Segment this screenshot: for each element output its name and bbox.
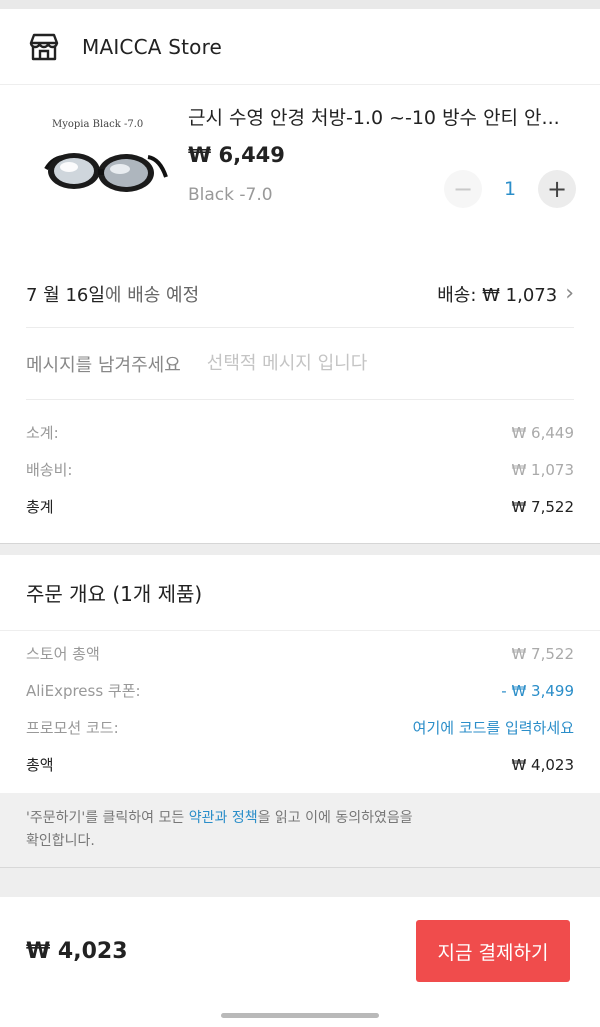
shipping-fee-label: 배송: ₩ 1,073 bbox=[437, 284, 558, 306]
terms-suffix: 을 읽고 이에 동의하였음을 bbox=[257, 810, 413, 826]
terms-notice: '주문하기'를 클릭하여 모든 약관과 정책을 읽고 이에 동의하였음을 확인합… bbox=[0, 793, 600, 867]
store-summary: 소계: ₩ 6,449 배송비: ₩ 1,073 총계 ₩ 7,522 bbox=[0, 400, 600, 543]
promo-code-link[interactable]: 여기에 코드를 입력하세요 bbox=[413, 717, 574, 738]
terms-prefix: '주문하기'를 클릭하여 모든 bbox=[26, 810, 189, 826]
promo-code-line[interactable]: 프로모션 코드: 여기에 코드를 입력하세요 bbox=[26, 709, 574, 746]
subtotal-line: 소계: ₩ 6,449 bbox=[26, 414, 574, 451]
product-title[interactable]: 근시 수영 안경 처방-1.0 ~-10 방수 안티 안... bbox=[188, 103, 578, 130]
terms-link[interactable]: 약관과 정책 bbox=[189, 810, 258, 826]
delivery-suffix: 에 배송 예정 bbox=[104, 284, 200, 306]
home-indicator[interactable] bbox=[221, 1013, 379, 1018]
section-gap bbox=[0, 867, 600, 889]
increase-quantity-button[interactable]: + bbox=[538, 170, 576, 208]
delivery-date: 7 월 16일 bbox=[26, 284, 105, 306]
checkout-total: ₩ 4,023 bbox=[26, 938, 128, 964]
coupon-label: AliExpress 쿠폰: bbox=[26, 682, 141, 700]
quantity-value: 1 bbox=[503, 178, 517, 200]
section-divider bbox=[0, 543, 600, 555]
goggles-icon bbox=[44, 153, 168, 192]
order-overview-title: 주문 개요 (1개 제품) bbox=[0, 555, 600, 631]
grand-total-line: 총액 ₩ 4,023 bbox=[26, 746, 574, 783]
message-label: 메시지를 남겨주세요 bbox=[26, 354, 181, 376]
chevron-right-icon: › bbox=[565, 280, 574, 306]
shipping-cost-label: 배송비: bbox=[26, 461, 73, 479]
product-item: Myopia Black -7.0 근시 수영 안경 처방-1.0 ~-10 방… bbox=[0, 85, 600, 260]
subtotal-label: 소계: bbox=[26, 424, 59, 442]
store-card: MAICCA Store Myopia Black -7.0 근시 수영 안경 … bbox=[0, 9, 600, 543]
store-header[interactable]: MAICCA Store bbox=[0, 9, 600, 85]
coupon-value[interactable]: - ₩ 3,499 bbox=[501, 682, 574, 700]
store-total-value: ₩ 7,522 bbox=[511, 497, 574, 516]
pay-now-button[interactable]: 지금 결제하기 bbox=[416, 920, 570, 982]
subtotal-value: ₩ 6,449 bbox=[511, 423, 574, 442]
quantity-stepper: − 1 + bbox=[444, 170, 576, 208]
message-input[interactable] bbox=[206, 353, 574, 374]
store-icon bbox=[29, 33, 59, 60]
grand-total-label: 총액 bbox=[26, 756, 54, 774]
shipping-row[interactable]: 7 월 16일에 배송 예정 배송: ₩ 1,073 › bbox=[26, 260, 574, 328]
order-overview-lines: 스토어 총액 ₩ 7,522 AliExpress 쿠폰: - ₩ 3,499 … bbox=[0, 631, 600, 793]
promo-code-label: 프로모션 코드: bbox=[26, 719, 119, 737]
system-nav-area bbox=[0, 1005, 600, 1027]
top-gap bbox=[0, 0, 600, 9]
store-name: MAICCA Store bbox=[82, 34, 223, 59]
store-total-line: 총계 ₩ 7,522 bbox=[26, 488, 574, 525]
shipping-cost-value: ₩ 1,073 bbox=[511, 460, 574, 479]
coupon-line[interactable]: AliExpress 쿠폰: - ₩ 3,499 bbox=[26, 672, 574, 709]
terms-line-2: 확인합니다. bbox=[26, 833, 95, 849]
decrease-quantity-button[interactable]: − bbox=[444, 170, 482, 208]
store-total-overview-value: ₩ 7,522 bbox=[511, 644, 574, 663]
seller-message-row: 메시지를 남겨주세요 bbox=[26, 328, 574, 400]
store-total-label: 총계 bbox=[26, 498, 54, 516]
product-variant[interactable]: Black -7.0 bbox=[188, 185, 273, 205]
checkout-bar: ₩ 4,023 지금 결제하기 bbox=[0, 897, 600, 1005]
store-total-overview-line: 스토어 총액 ₩ 7,522 bbox=[26, 635, 574, 672]
order-overview-card: 주문 개요 (1개 제품) 스토어 총액 ₩ 7,522 AliExpress … bbox=[0, 555, 600, 867]
product-price: ₩ 6,449 bbox=[188, 143, 285, 167]
shipping-cost-line: 배송비: ₩ 1,073 bbox=[26, 451, 574, 488]
store-total-overview-label: 스토어 총액 bbox=[26, 645, 100, 663]
product-image[interactable]: Myopia Black -7.0 bbox=[44, 107, 168, 213]
delivery-estimate: 7 월 16일에 배송 예정 bbox=[26, 281, 199, 307]
shipping-fee[interactable]: 배송: ₩ 1,073 › bbox=[437, 281, 574, 307]
grand-total-value: ₩ 4,023 bbox=[511, 755, 574, 774]
